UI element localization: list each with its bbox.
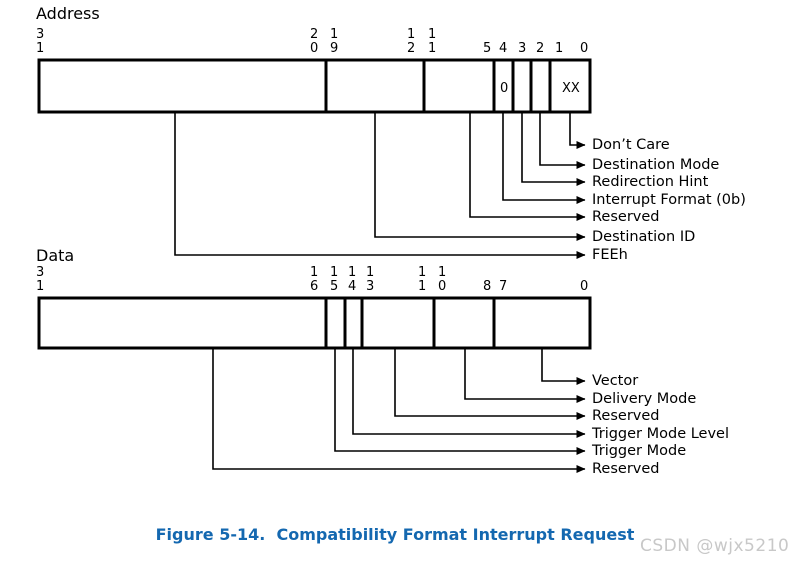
address-bit-label-12-bottom: 2 bbox=[407, 41, 416, 56]
figure-diagram-svg bbox=[37, 58, 592, 473]
data-bit-label-13-top: 1 bbox=[366, 265, 375, 280]
data-bit-label-10-top: 1 bbox=[438, 265, 447, 280]
address-bit-label-1: 1 bbox=[555, 41, 564, 56]
address-bit-label-3: 3 bbox=[518, 41, 527, 56]
address-bit-label-4: 4 bbox=[499, 41, 508, 56]
data-bit-label-0: 0 bbox=[580, 279, 589, 294]
data-callout-vector: Vector bbox=[592, 373, 639, 389]
address-cell-value-interrupt-format: 0 bbox=[500, 81, 509, 96]
address-callout-destination-mode: Destination Mode bbox=[592, 157, 720, 173]
data-bit-label-16-top: 1 bbox=[310, 265, 319, 280]
address-bit-label-20-bottom: 0 bbox=[310, 41, 319, 56]
data-bit-label-15-bottom: 5 bbox=[330, 279, 339, 294]
data-callout-delivery-mode: Delivery Mode bbox=[592, 391, 697, 407]
data-bit-label-31-top: 3 bbox=[36, 265, 45, 280]
address-callout-dont-care: Don’t Care bbox=[592, 137, 670, 153]
data-callout-trigger-mode: Trigger Mode bbox=[592, 443, 687, 459]
data-callout-reserved-13-11: Reserved bbox=[592, 408, 660, 424]
address-bit-label-19-top: 1 bbox=[330, 27, 339, 42]
address-bit-label-31-bottom: 1 bbox=[36, 41, 45, 56]
address-cell-value-dont-care: XX bbox=[562, 81, 580, 96]
data-callout-reserved-31-16: Reserved bbox=[592, 461, 660, 477]
data-leader-lines bbox=[212, 348, 586, 473]
address-bit-label-2: 2 bbox=[536, 41, 545, 56]
data-bit-label-14-bottom: 4 bbox=[348, 279, 357, 294]
data-bit-label-11-top: 1 bbox=[418, 265, 427, 280]
address-bit-label-11-bottom: 1 bbox=[428, 41, 437, 56]
watermark: CSDN @wjx5210 bbox=[640, 536, 790, 556]
data-bit-label-7: 7 bbox=[499, 279, 508, 294]
data-callout-trigger-mode-level: Trigger Mode Level bbox=[592, 426, 730, 442]
data-bit-bar bbox=[37, 296, 592, 350]
address-callout-interrupt-format: Interrupt Format (0b) bbox=[592, 192, 746, 208]
address-callout-reserved: Reserved bbox=[592, 209, 660, 225]
address-callout-destination-id: Destination ID bbox=[592, 229, 696, 245]
data-bit-label-15-top: 1 bbox=[330, 265, 339, 280]
data-row-title: Data bbox=[36, 246, 75, 265]
data-bit-label-11-bottom: 1 bbox=[418, 279, 427, 294]
address-row-title: Address bbox=[36, 4, 100, 23]
data-bit-label-10-bottom: 0 bbox=[438, 279, 447, 294]
address-callout-feeh: FEEh bbox=[592, 247, 628, 263]
data-bit-label-31-bottom: 1 bbox=[36, 279, 45, 294]
address-leader-lines bbox=[174, 112, 586, 259]
address-bit-label-5: 5 bbox=[483, 41, 492, 56]
data-bit-label-14-top: 1 bbox=[348, 265, 357, 280]
address-callout-redirection-hint: Redirection Hint bbox=[592, 174, 709, 190]
address-bit-label-31-top: 3 bbox=[36, 27, 45, 42]
figure-compatibility-format-interrupt-request: Address 3 1 2 0 1 9 1 2 1 1 5 4 3 2 1 0 … bbox=[0, 0, 790, 570]
address-bit-label-12-top: 1 bbox=[407, 27, 416, 42]
data-bit-label-16-bottom: 6 bbox=[310, 279, 319, 294]
data-bit-label-8: 8 bbox=[483, 279, 492, 294]
address-bit-label-0: 0 bbox=[580, 41, 589, 56]
address-bit-label-20-top: 2 bbox=[310, 27, 319, 42]
data-bit-label-13-bottom: 3 bbox=[366, 279, 375, 294]
address-bit-label-11-top: 1 bbox=[428, 27, 437, 42]
address-bit-label-19-bottom: 9 bbox=[330, 41, 339, 56]
